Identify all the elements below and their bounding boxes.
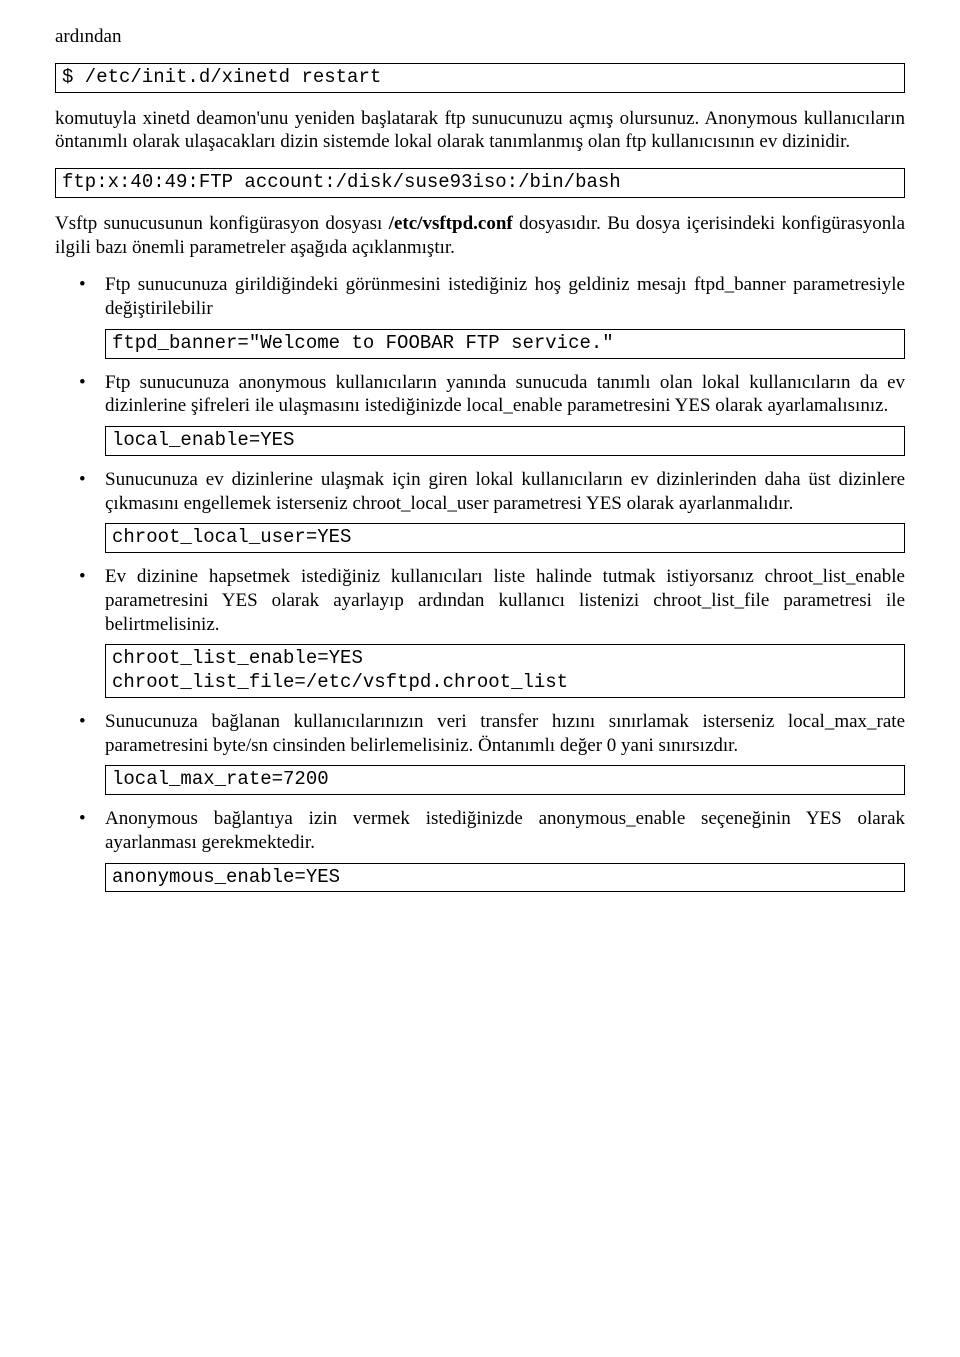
- code-block-ftp-account: ftp:x:40:49:FTP account:/disk/suse93iso:…: [55, 168, 905, 198]
- paragraph-intro-1: komutuyla xinetd deamon'unu yeniden başl…: [55, 107, 905, 155]
- paragraph-intro-2: Vsftp sunucusunun konfigürasyon dosyası …: [55, 212, 905, 260]
- list-item: Sunucunuza ev dizinlerine ulaşmak için g…: [55, 468, 905, 553]
- list-item-text: Ftp sunucunuza anonymous kullanıcıların …: [105, 371, 905, 419]
- code-block-chroot-local-user: chroot_local_user=YES: [105, 523, 905, 553]
- list-item-text: Ev dizinine hapsetmek istediğiniz kullan…: [105, 565, 905, 636]
- list-item: Ftp sunucunuza anonymous kullanıcıların …: [55, 371, 905, 456]
- code-block-chroot-list: chroot_list_enable=YES chroot_list_file=…: [105, 644, 905, 698]
- code-block-local-max-rate: local_max_rate=7200: [105, 765, 905, 795]
- code-block-ftpd-banner: ftpd_banner="Welcome to FOOBAR FTP servi…: [105, 329, 905, 359]
- config-file-name: /etc/vsftpd.conf: [389, 213, 513, 234]
- list-item-text: Sunucunuza bağlanan kullanıcılarınızın v…: [105, 710, 905, 758]
- code-block-local-enable: local_enable=YES: [105, 426, 905, 456]
- list-item-text: Sunucunuza ev dizinlerine ulaşmak için g…: [105, 468, 905, 516]
- code-block-anonymous-enable: anonymous_enable=YES: [105, 863, 905, 893]
- list-item: Sunucunuza bağlanan kullanıcılarınızın v…: [55, 710, 905, 795]
- list-item-text: Anonymous bağlantıya izin vermek istediğ…: [105, 807, 905, 855]
- list-item-text: Ftp sunucunuza girildiğindeki görünmesin…: [105, 273, 905, 321]
- list-item: Ftp sunucunuza girildiğindeki görünmesin…: [55, 273, 905, 358]
- list-item: Anonymous bağlantıya izin vermek istediğ…: [55, 807, 905, 892]
- code-block-restart: $ /etc/init.d/xinetd restart: [55, 63, 905, 93]
- list-item: Ev dizinine hapsetmek istediğiniz kullan…: [55, 565, 905, 698]
- text-segment: Vsftp sunucusunun konfigürasyon dosyası: [55, 213, 389, 234]
- paragraph-intro-0: ardından: [55, 25, 905, 49]
- parameter-list: Ftp sunucunuza girildiğindeki görünmesin…: [55, 273, 905, 892]
